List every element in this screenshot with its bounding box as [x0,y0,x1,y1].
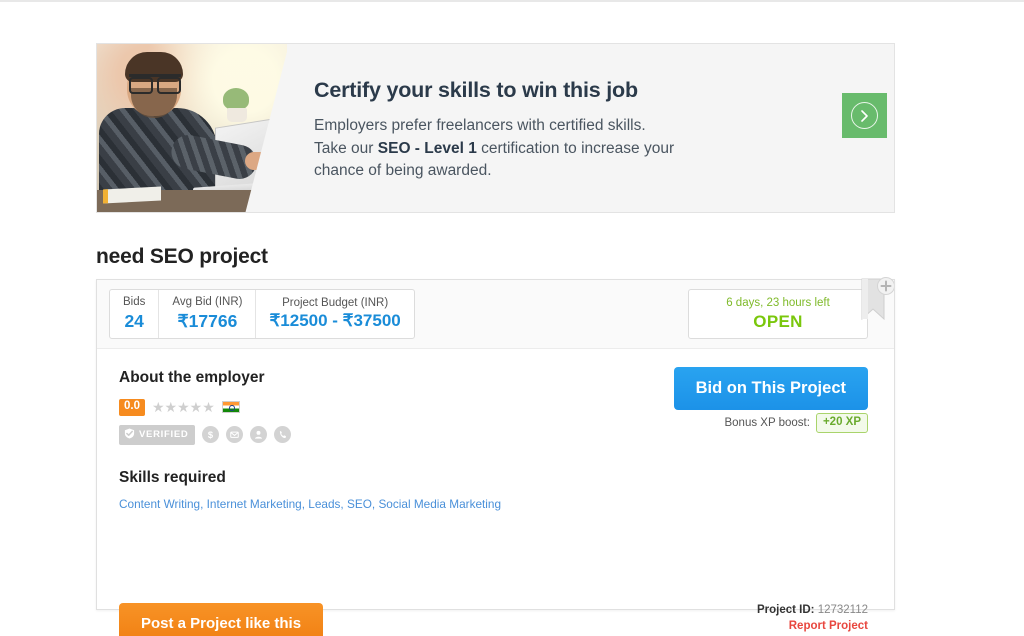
identity-verified-icon [250,426,268,443]
time-left-text: 6 days, 23 hours left [726,296,830,309]
page-root: Certify your skills to win this job Empl… [0,0,1024,636]
banner-subtext: Employers prefer freelancers with certif… [314,115,784,183]
banner-title: Certify your skills to win this job [314,78,638,102]
payment-verified-icon: $ [202,426,220,443]
top-divider [0,0,1024,2]
status-badge: OPEN [753,311,803,331]
project-id-label: Project ID: [756,604,815,616]
bookmark-add-icon[interactable] [860,275,894,327]
post-a-project-button[interactable]: Post a Project like this [119,603,324,636]
stat-budget: Project Budget (INR) ₹12500 - ₹37500 [255,290,413,338]
stat-bids-value: 24 [124,310,144,331]
banner-text-block: Certify your skills to win this job Empl… [314,78,784,183]
stat-bids-label: Bids [123,296,146,309]
project-meta: Project ID: 12732112 Report Project [757,604,868,632]
project-id-row: Project ID: 12732112 [757,604,868,616]
banner-line-2-bold: SEO - Level 1 [377,139,477,157]
report-project-link[interactable]: Report Project [757,620,868,632]
bonus-xp-badge: +20 XP [815,413,868,433]
project-card-body: About the employer 0.0 ★★★★★ VERIFIED $ [97,349,894,636]
bonus-xp-label: Bonus XP boost: [724,416,810,429]
banner-line-1: Employers prefer freelancers with certif… [314,117,646,134]
rating-stars: ★★★★★ [152,399,215,416]
banner-line-2-suffix: certification to increase your [476,139,675,157]
stat-budget-value: ₹12500 - ₹37500 [269,310,401,330]
chevron-right-icon [851,102,878,129]
bonus-xp-row: Bonus XP boost: +20 XP [724,413,868,433]
project-card-header: Bids 24 Avg Bid (INR) ₹17766 Project Bud… [97,277,894,349]
verified-badge: VERIFIED [119,424,196,445]
stat-avg-bid-value: ₹17766 [177,310,238,331]
banner-line-3: chance of being awarded. [314,162,492,180]
bid-on-project-button[interactable]: Bid on This Project [673,367,868,410]
stat-avg-bid-label: Avg Bid (INR) [172,296,243,309]
page-title: need SEO project [96,245,268,268]
india-flag-icon [221,401,240,414]
check-shield-icon [124,428,135,442]
project-card: Bids 24 Avg Bid (INR) ₹17766 Project Bud… [96,277,895,636]
banner-line-2-prefix: Take our [314,139,378,157]
phone-verified-icon [274,426,292,443]
project-id-value: 12732112 [817,604,868,616]
stat-avg-bid: Avg Bid (INR) ₹17766 [158,290,255,338]
banner-next-button[interactable] [842,93,887,138]
skills-links[interactable]: Content Writing, Internet Marketing, Lea… [119,497,872,511]
email-verified-icon [226,426,244,443]
project-status-box: 6 days, 23 hours left OPEN [688,289,868,339]
stat-budget-label: Project Budget (INR) [282,296,389,309]
rating-score-badge: 0.0 [119,399,145,416]
skills-required-heading: Skills required [119,468,226,486]
stat-bids: Bids 24 [110,290,158,338]
verified-label: VERIFIED [139,429,189,440]
certification-promo-banner[interactable]: Certify your skills to win this job Empl… [96,43,895,213]
project-stats: Bids 24 Avg Bid (INR) ₹17766 Project Bud… [109,289,415,339]
svg-text:$: $ [208,430,214,440]
